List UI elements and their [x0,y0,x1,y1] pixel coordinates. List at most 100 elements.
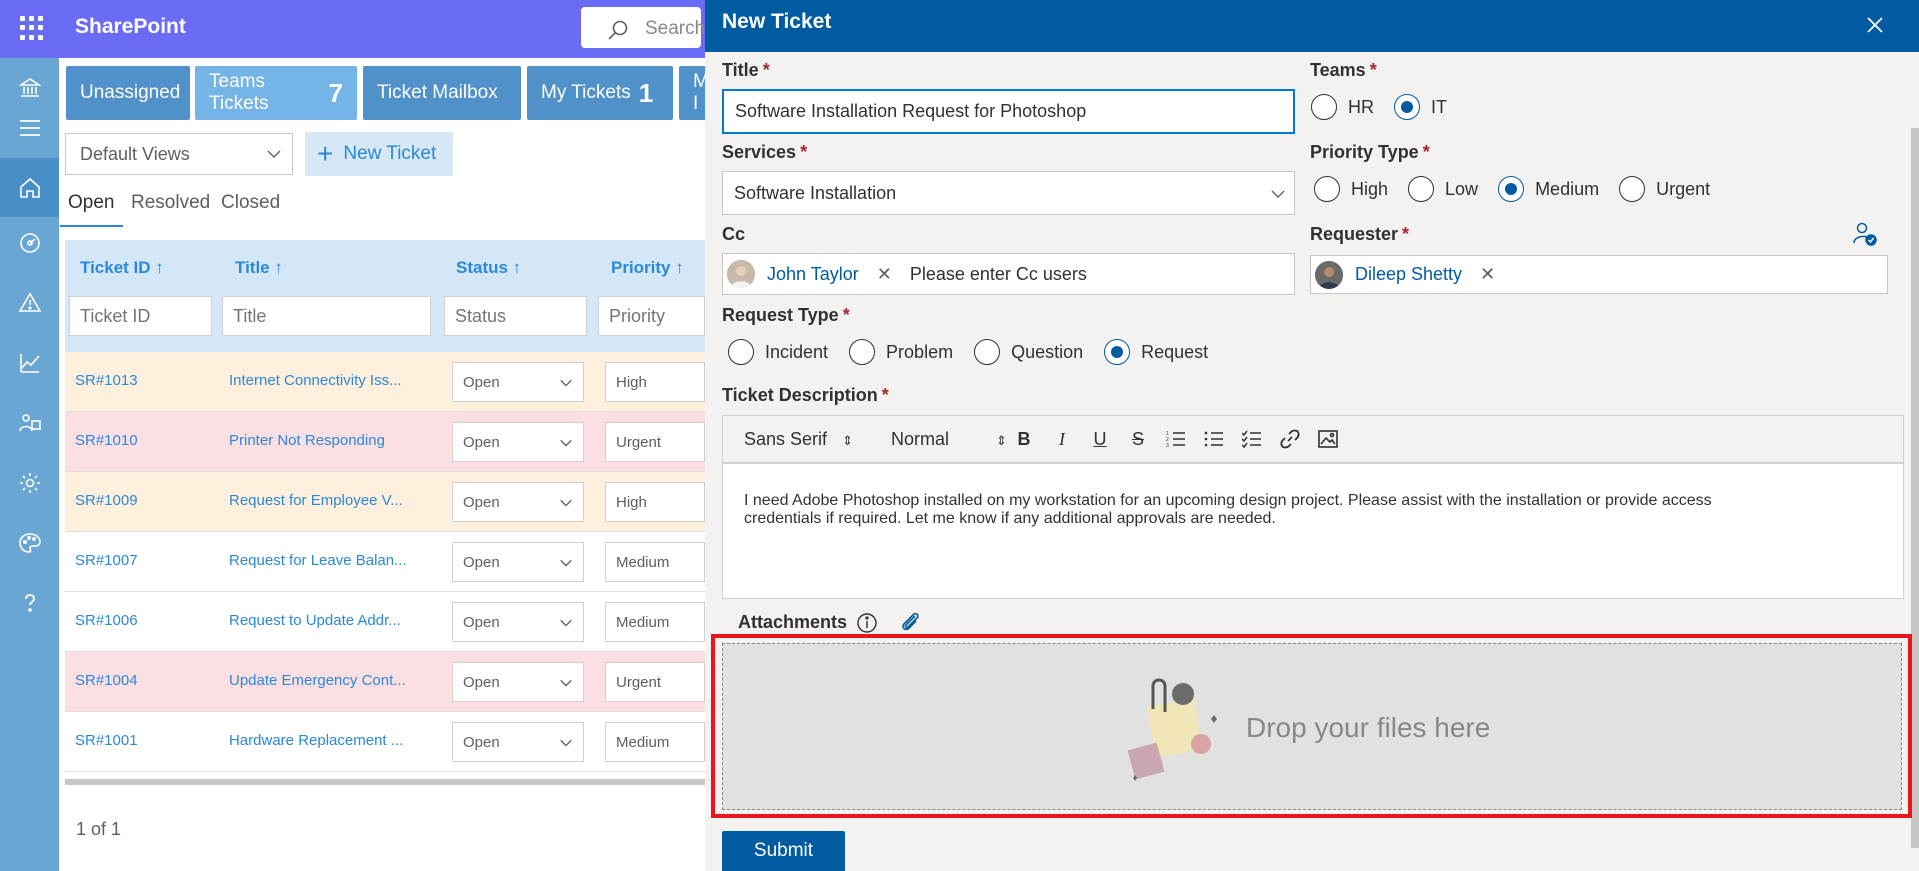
status-dropdown[interactable]: Open [452,662,584,702]
font-family-select[interactable]: Sans Serif ⇕ [744,429,853,450]
table-row[interactable]: SR#1001 Hardware Replacement ... Open Me… [65,712,705,772]
ticket-title-link[interactable]: Printer Not Responding [229,432,385,449]
warning-icon[interactable] [0,278,59,328]
col-title[interactable]: Title ↑ [235,258,283,278]
radio-request[interactable]: Request [1104,339,1208,365]
tab-open[interactable]: Open [68,192,114,214]
table-row[interactable]: SR#1013 Internet Connectivity Iss... Ope… [65,352,705,412]
priority-field[interactable]: Medium [605,542,705,582]
remove-user-icon[interactable]: ✕ [877,264,892,285]
ticket-title-link[interactable]: Update Emergency Cont... [229,672,406,689]
priority-field[interactable]: High [605,482,705,522]
priority-field[interactable]: High [605,362,705,402]
ticket-id-link[interactable]: SR#1009 [75,492,138,509]
status-dropdown[interactable]: Open [452,362,584,402]
gear-icon[interactable] [0,458,59,508]
ticket-title-link[interactable]: Internet Connectivity Iss... [229,372,402,389]
link-icon[interactable] [1279,428,1301,450]
requester-user-name[interactable]: Dileep Shetty [1355,264,1462,285]
filter-priority[interactable] [598,296,705,336]
ticket-title-link[interactable]: Request for Employee V... [229,492,403,509]
radio-low[interactable]: Low [1408,176,1478,202]
strikethrough-icon[interactable]: S [1127,428,1149,450]
description-editor[interactable]: I need Adobe Photoshop installed on my w… [722,463,1904,599]
col-ticket-id[interactable]: Ticket ID ↑ [80,258,164,278]
tab-ticket-mailbox[interactable]: Ticket Mailbox [363,66,521,120]
grid-horizontal-scrollbar[interactable] [65,779,705,785]
priority-field[interactable]: Medium [605,602,705,642]
paperclip-icon[interactable] [899,610,923,634]
help-icon[interactable] [0,578,59,628]
status-dropdown[interactable]: Open [452,482,584,522]
submit-button[interactable]: Submit [722,831,845,871]
ticket-title-link[interactable]: Request to Update Addr... [229,612,401,629]
ticket-id-link[interactable]: SR#1001 [75,732,138,749]
new-ticket-button[interactable]: + New Ticket [305,132,453,176]
table-row[interactable]: SR#1006 Request to Update Addr... Open M… [65,592,705,652]
radio-high[interactable]: High [1314,176,1388,202]
chart-icon[interactable] [0,338,59,388]
ticket-id-link[interactable]: SR#1013 [75,372,138,389]
radio-button[interactable] [1311,94,1337,120]
radio-hr[interactable]: HR [1311,94,1374,120]
tab-teams-tickets[interactable]: Teams Tickets 7 [195,66,357,120]
radio-medium[interactable]: Medium [1498,176,1599,202]
numbered-list-icon[interactable]: 123 [1165,428,1187,450]
info-icon[interactable] [856,612,878,634]
col-status[interactable]: Status ↑ [456,258,521,278]
status-dropdown[interactable]: Open [452,722,584,762]
underline-icon[interactable]: U [1089,428,1111,450]
ticket-title-link[interactable]: Request for Leave Balan... [229,552,407,569]
col-priority[interactable]: Priority ↑ [611,258,684,278]
tab-my-tickets[interactable]: My Tickets 1 [527,66,673,120]
priority-field[interactable]: Urgent [605,422,705,462]
table-row[interactable]: SR#1007 Request for Leave Balan... Open … [65,532,705,592]
priority-field[interactable]: Medium [605,722,705,762]
title-input[interactable]: Software Installation Request for Photos… [722,89,1295,134]
dashboard-icon[interactable] [0,218,59,268]
requester-people-picker[interactable]: Dileep Shetty ✕ [1310,255,1888,294]
table-row[interactable]: SR#1004 Update Emergency Cont... Open Ur… [65,652,705,712]
ticket-title-link[interactable]: Hardware Replacement ... [229,732,403,749]
font-size-select[interactable]: Normal ⇕ [891,429,1007,450]
image-icon[interactable] [1317,428,1339,450]
radio-question[interactable]: Question [974,339,1083,365]
ticket-id-link[interactable]: SR#1007 [75,552,138,569]
file-dropzone[interactable]: Drop your files here [722,643,1902,810]
status-dropdown[interactable]: Open [452,422,584,462]
italic-icon[interactable]: I [1051,428,1073,450]
person-check-icon[interactable] [1852,221,1878,247]
table-row[interactable]: SR#1009 Request for Employee V... Open H… [65,472,705,532]
palette-icon[interactable] [0,518,59,568]
views-dropdown[interactable]: Default Views [65,133,293,175]
close-icon[interactable] [1863,13,1887,37]
ticket-id-link[interactable]: SR#1010 [75,432,138,449]
radio-button[interactable] [1314,176,1340,202]
bold-icon[interactable]: B [1013,428,1035,450]
home-icon[interactable] [0,158,59,217]
status-dropdown[interactable]: Open [452,602,584,642]
cc-user-name[interactable]: John Taylor [767,264,859,285]
cc-people-picker[interactable]: John Taylor ✕ Please enter Cc users [722,253,1295,295]
people-icon[interactable] [0,398,59,448]
radio-button[interactable] [1408,176,1435,202]
filter-ticket-id[interactable] [69,296,212,336]
panel-scrollbar[interactable] [1911,128,1919,848]
radio-button[interactable] [1619,176,1646,202]
radio-button[interactable] [1498,176,1525,202]
radio-button[interactable] [1104,339,1131,365]
radio-button[interactable] [728,339,754,365]
radio-it[interactable]: IT [1394,94,1447,120]
tab-closed[interactable]: Closed [221,192,280,214]
priority-field[interactable]: Urgent [605,662,705,702]
table-row[interactable]: SR#1010 Printer Not Responding Open Urge… [65,412,705,472]
radio-button[interactable] [849,339,876,365]
waffle-icon[interactable] [20,16,44,40]
radio-problem[interactable]: Problem [849,339,953,365]
filter-status[interactable] [444,296,587,336]
checklist-icon[interactable] [1241,428,1263,450]
radio-urgent[interactable]: Urgent [1619,176,1710,202]
radio-button[interactable] [974,339,1001,365]
app-name[interactable]: SharePoint [75,15,186,39]
services-dropdown[interactable]: Software Installation [722,171,1295,215]
